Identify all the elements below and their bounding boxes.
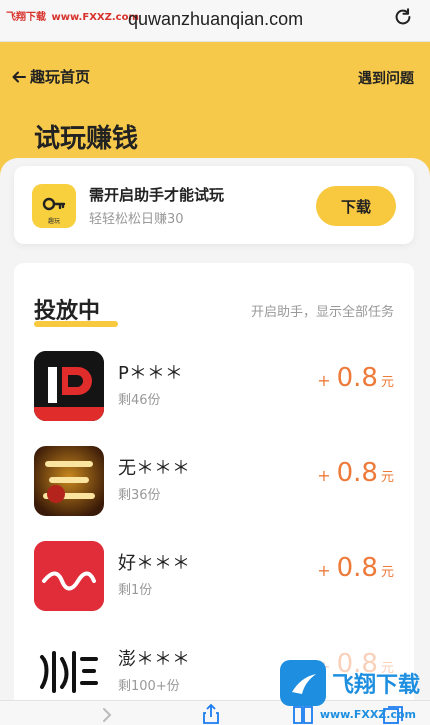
haofenqi-logo-icon xyxy=(34,541,104,611)
sanguo-logo-icon xyxy=(34,446,104,516)
download-button[interactable]: 下载 xyxy=(316,186,396,226)
address-bar-url[interactable]: quwanzhuanqian.com xyxy=(128,9,303,30)
page-title: 试玩赚钱 xyxy=(34,124,139,154)
watermark-brand: 飞翔下载 xyxy=(331,673,420,698)
browser-bar: 飞翔下载 www.FXXZ.com quwanzhuanqian.com xyxy=(0,0,430,42)
help-link[interactable]: 遇到问题 xyxy=(358,68,414,88)
watermark-bottom: 飞翔下载 xyxy=(279,660,420,706)
section-hint: 开启助手，显示全部任务 xyxy=(250,305,394,320)
watermark-logo-icon xyxy=(279,660,326,706)
app-icon-haofenqi xyxy=(34,541,104,611)
forward-icon[interactable] xyxy=(100,707,114,723)
reward-amount: + 0.8 元 xyxy=(317,363,394,393)
watermark-brand: 飞翔下载 xyxy=(6,12,46,23)
app-remaining: 剩36份 xyxy=(118,488,161,503)
reload-icon[interactable] xyxy=(392,6,414,28)
helper-title: 需开启助手才能试玩 xyxy=(89,186,225,204)
watermark-top: 飞翔下载 www.FXXZ.com xyxy=(6,8,139,23)
back-arrow-icon xyxy=(12,71,26,82)
helper-subtitle: 轻轻松松日赚30 xyxy=(89,212,184,227)
app-icon-pengpai xyxy=(34,637,104,707)
task-row[interactable]: 好＊＊＊ 剩1份 + 0.8 元 xyxy=(14,541,414,633)
task-row[interactable]: 无＊＊＊ 剩36份 + 0.8 元 xyxy=(14,446,414,538)
p-logo-icon xyxy=(34,351,104,421)
section-title: 投放中 xyxy=(34,293,118,327)
helper-app-icon: 趣玩 xyxy=(32,184,76,228)
reward-amount: + 0.8 元 xyxy=(317,553,394,583)
app-remaining: 剩100+份 xyxy=(118,679,180,694)
helper-card: 趣玩 需开启助手才能试玩 轻轻松松日赚30 下载 xyxy=(14,166,414,244)
reward-amount: + 0.8 元 xyxy=(317,458,394,488)
watermark-url: www.FXXZ.com xyxy=(51,12,139,23)
back-link[interactable]: 趣玩首页 xyxy=(12,66,90,87)
key-icon xyxy=(42,197,66,211)
bookmarks-icon[interactable] xyxy=(292,705,314,725)
app-name: P＊＊＊ xyxy=(118,363,183,384)
app-name: 好＊＊＊ xyxy=(118,553,190,574)
helper-icon-caption: 趣玩 xyxy=(47,218,60,225)
app-name: 无＊＊＊ xyxy=(118,458,190,479)
task-list-card: 投放中 开启助手，显示全部任务 P＊＊＊ 剩46份 + 0.8 元 无＊＊＊ 剩… xyxy=(14,263,414,725)
app-remaining: 剩46份 xyxy=(118,393,161,408)
pengpai-logo-icon xyxy=(34,637,104,707)
task-row[interactable]: P＊＊＊ 剩46份 + 0.8 元 xyxy=(14,351,414,443)
app-remaining: 剩1份 xyxy=(118,583,153,598)
app-icon-wushuang xyxy=(34,446,104,516)
app-icon-p xyxy=(34,351,104,421)
watermark-url: www.FXXZ.com xyxy=(319,708,416,721)
app-name: 澎＊＊＊ xyxy=(118,649,190,670)
back-link-label: 趣玩首页 xyxy=(30,68,91,86)
share-icon[interactable] xyxy=(200,703,222,725)
